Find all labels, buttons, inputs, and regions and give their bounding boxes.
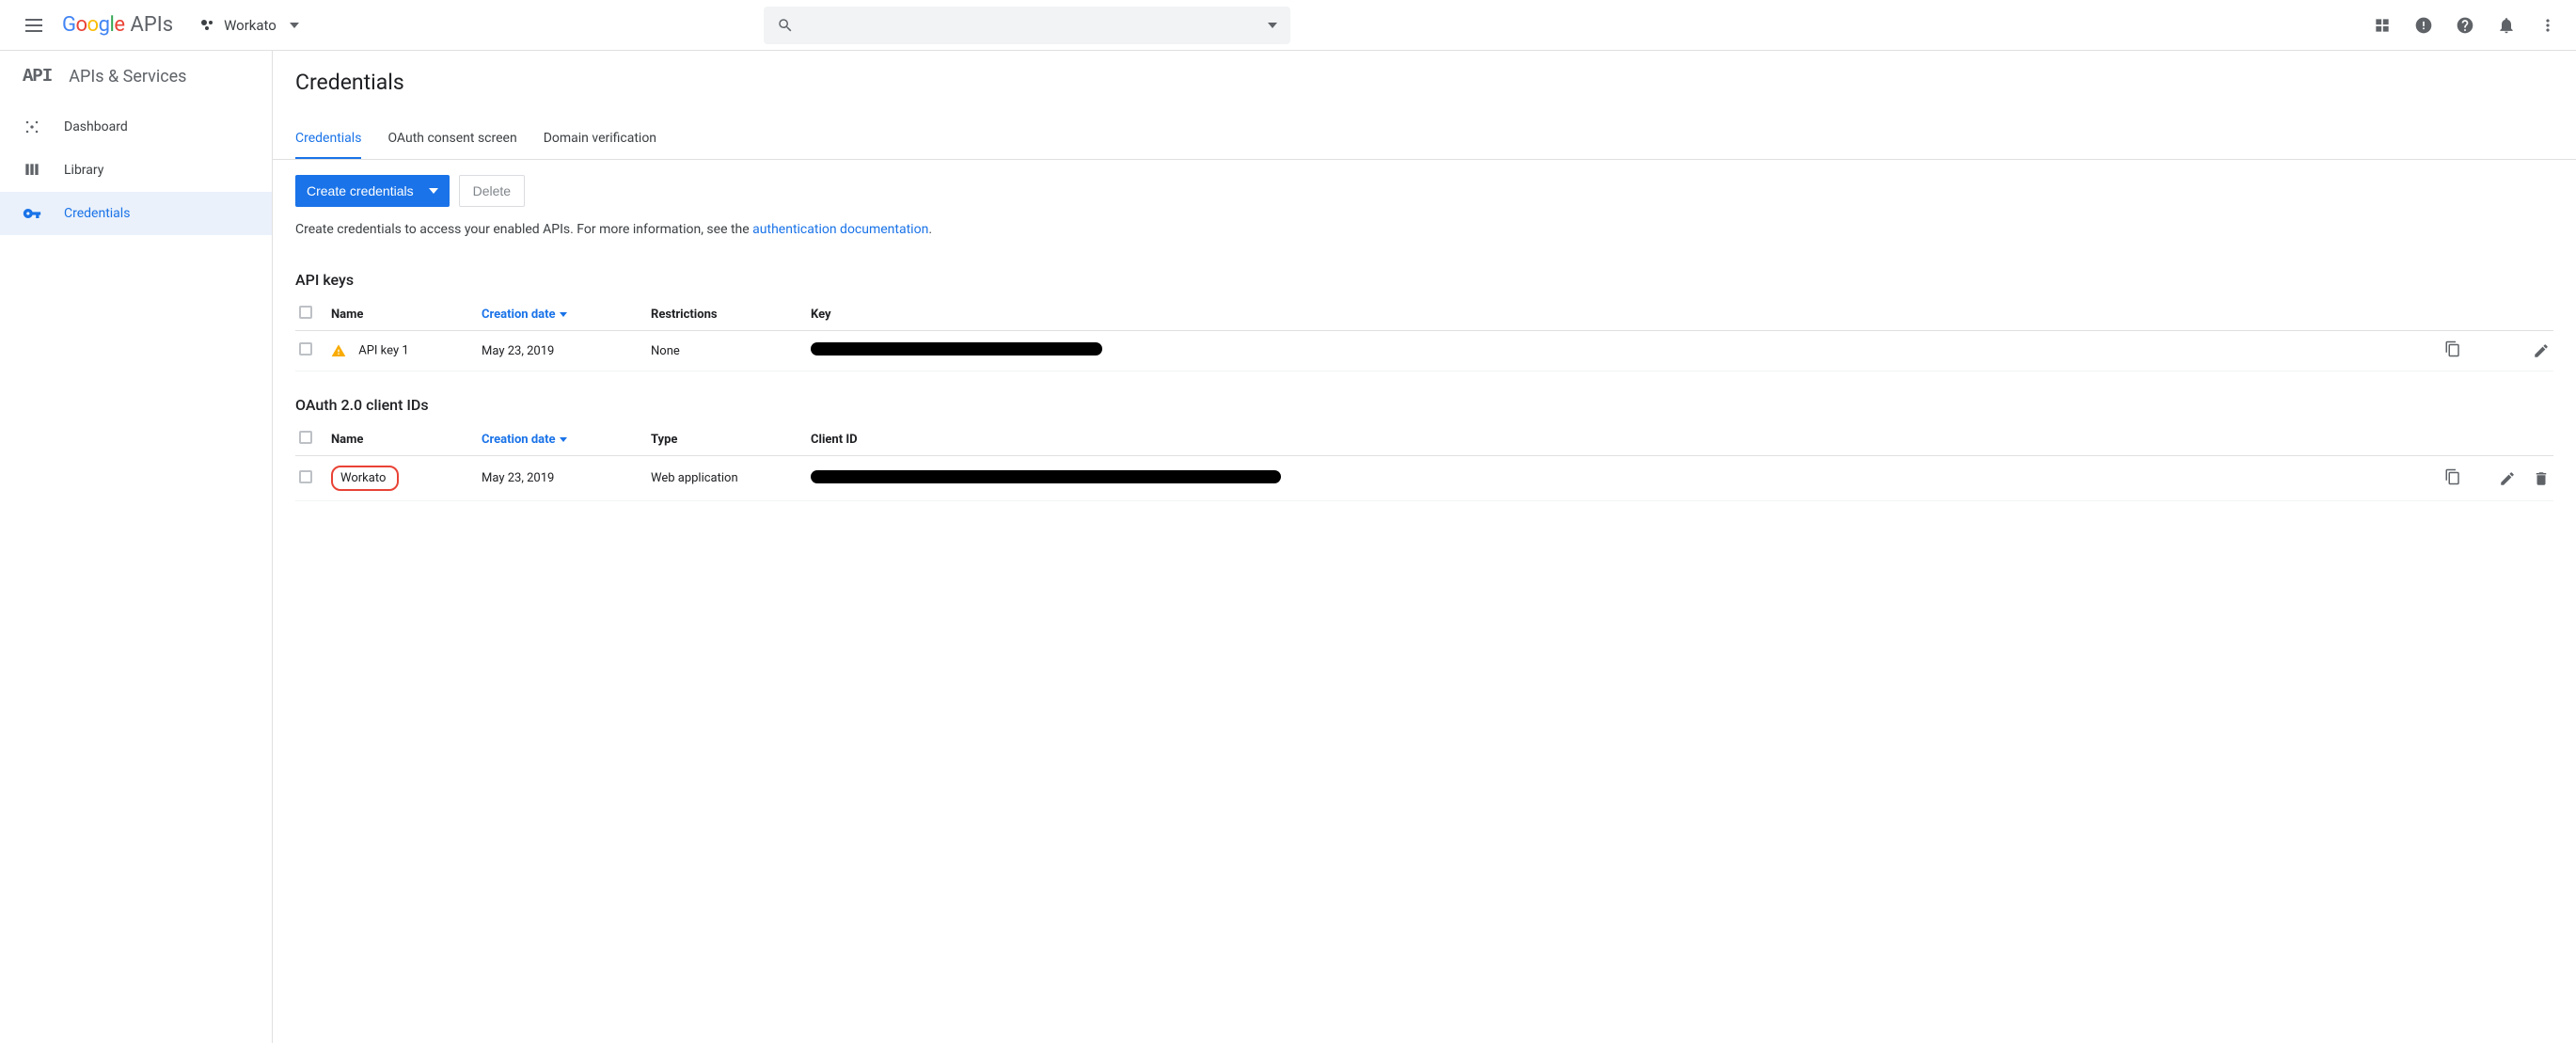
edit-icon[interactable] [2533, 342, 2550, 359]
highlighted-client-name: Workato [331, 466, 399, 491]
col-creation-date[interactable]: Creation date [478, 298, 647, 331]
tab-oauth-consent[interactable]: OAuth consent screen [387, 131, 516, 159]
row-checkbox[interactable] [299, 342, 312, 356]
sidebar: API APIs & Services Dashboard Library Cr… [0, 51, 273, 1043]
col-name[interactable]: Name [327, 423, 478, 456]
sidebar-item-label: Library [64, 163, 103, 178]
tab-domain-verification[interactable]: Domain verification [544, 131, 656, 159]
sidebar-item-library[interactable]: Library [0, 149, 272, 192]
redacted-key [811, 342, 1102, 356]
google-apis-logo[interactable]: Google APIs [62, 13, 173, 37]
delete-icon[interactable] [2533, 470, 2550, 487]
main-content: Credentials Credentials OAuth consent sc… [273, 51, 2576, 1043]
oauth-client-date: May 23, 2019 [478, 456, 647, 501]
sidebar-header: API APIs & Services [0, 66, 272, 105]
col-restrictions[interactable]: Restrictions [647, 298, 807, 331]
help-suffix: . [928, 222, 932, 237]
help-prefix: Create credentials to access your enable… [295, 222, 752, 237]
project-dots-icon [199, 17, 216, 34]
col-creation-date[interactable]: Creation date [478, 423, 647, 456]
search-icon [777, 17, 794, 34]
bell-icon[interactable] [2497, 16, 2516, 35]
chevron-down-icon [560, 437, 567, 442]
library-icon [23, 161, 41, 180]
delete-button[interactable]: Delete [459, 175, 525, 207]
copy-icon[interactable] [2444, 468, 2461, 485]
dashboard-icon [23, 118, 41, 136]
project-name: Workato [224, 17, 277, 34]
tab-credentials[interactable]: Credentials [295, 131, 361, 159]
sidebar-item-label: Credentials [64, 206, 130, 221]
help-text: Create credentials to access your enable… [273, 222, 2576, 256]
apis-label: APIs [130, 13, 173, 37]
oauth-heading: OAuth 2.0 client IDs [295, 396, 2553, 414]
table-row: Workato May 23, 2019 Web application [295, 456, 2553, 501]
copy-icon[interactable] [2444, 340, 2461, 357]
sidebar-item-credentials[interactable]: Credentials [0, 192, 272, 235]
api-key-restrictions: None [647, 331, 807, 371]
header-utility-icons [2373, 16, 2557, 35]
alert-icon[interactable] [2414, 16, 2433, 35]
api-badge: API [23, 66, 52, 87]
sidebar-item-label: Dashboard [64, 119, 128, 134]
tab-bar: Credentials OAuth consent screen Domain … [273, 108, 2576, 160]
action-bar: Create credentials Delete [273, 160, 2576, 222]
button-label: Create credentials [307, 183, 414, 198]
sidebar-title: APIs & Services [69, 67, 186, 87]
col-client-id[interactable]: Client ID [807, 423, 2441, 456]
row-checkbox[interactable] [299, 470, 312, 483]
page-title: Credentials [295, 70, 2553, 95]
col-name[interactable]: Name [327, 298, 478, 331]
col-type[interactable]: Type [647, 423, 807, 456]
google-logo-text: Google [62, 13, 124, 37]
menu-icon[interactable] [23, 14, 45, 37]
oauth-section: OAuth 2.0 client IDs Name Creation date … [273, 381, 2576, 511]
key-icon [23, 204, 41, 223]
redacted-client-id [811, 470, 1281, 483]
gift-icon[interactable] [2373, 16, 2392, 35]
create-credentials-button[interactable]: Create credentials [295, 175, 450, 207]
api-keys-table: Name Creation date Restrictions Key API … [295, 298, 2553, 371]
sidebar-item-dashboard[interactable]: Dashboard [0, 105, 272, 149]
top-header: Google APIs Workato [0, 0, 2576, 51]
api-key-name[interactable]: API key 1 [358, 343, 408, 357]
api-key-date: May 23, 2019 [478, 331, 647, 371]
warning-icon [331, 343, 346, 358]
select-all-checkbox[interactable] [299, 306, 312, 319]
auth-docs-link[interactable]: authentication documentation [752, 222, 928, 237]
chevron-down-icon [560, 312, 567, 317]
search-input[interactable] [764, 7, 1290, 44]
more-vert-icon[interactable] [2538, 16, 2557, 35]
api-keys-heading: API keys [295, 271, 2553, 289]
oauth-client-name[interactable]: Workato [340, 471, 386, 485]
chevron-down-icon[interactable] [1268, 23, 1277, 28]
chevron-down-icon [429, 188, 438, 194]
col-key[interactable]: Key [807, 298, 2441, 331]
edit-icon[interactable] [2499, 470, 2516, 487]
oauth-table: Name Creation date Type Client ID Workat… [295, 423, 2553, 501]
oauth-client-type: Web application [647, 456, 807, 501]
api-keys-section: API keys Name Creation date Restrictions… [273, 256, 2576, 381]
project-picker[interactable]: Workato [192, 13, 307, 38]
table-row: API key 1 May 23, 2019 None [295, 331, 2553, 371]
chevron-down-icon [290, 23, 299, 28]
help-icon[interactable] [2456, 16, 2474, 35]
select-all-checkbox[interactable] [299, 431, 312, 444]
